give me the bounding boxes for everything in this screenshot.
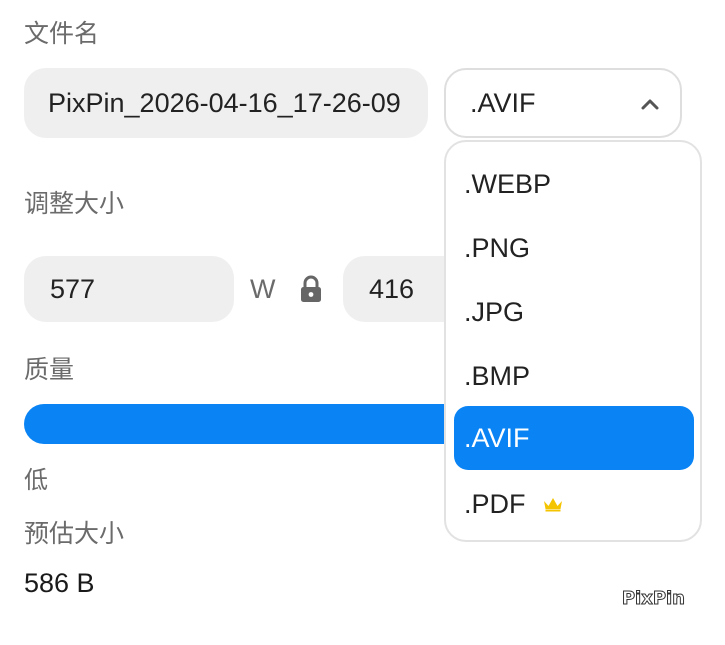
format-option-label: .WEBP xyxy=(464,168,552,199)
crown-icon xyxy=(543,498,562,512)
format-select[interactable]: .AVIF xyxy=(444,68,682,138)
format-option-label: .JPG xyxy=(464,296,525,327)
format-option-label: .PNG xyxy=(464,232,531,263)
quality-slider[interactable] xyxy=(24,404,464,444)
width-unit-label: W xyxy=(250,274,276,304)
format-option-pdf[interactable]: .PDF xyxy=(454,472,694,536)
format-option-bmp[interactable]: .BMP xyxy=(454,344,694,408)
format-option-png[interactable]: .PNG xyxy=(454,216,694,280)
width-value: 577 xyxy=(50,273,96,304)
format-option-label: .BMP xyxy=(464,360,531,391)
watermark-logo: PixPin xyxy=(621,588,685,610)
width-input[interactable]: 577 xyxy=(24,256,234,322)
resize-label: 调整大小 xyxy=(24,189,125,218)
format-dropdown-menu: .WEBP .PNG .JPG .BMP .AVIF .PDF xyxy=(444,140,702,542)
format-option-label: .AVIF xyxy=(464,422,530,453)
height-value: 416 xyxy=(369,273,415,304)
format-selected-value: .AVIF xyxy=(470,87,536,118)
filename-value: PixPin_2026-04-16_17-26-09 xyxy=(48,87,401,118)
format-option-label: .PDF xyxy=(464,488,526,519)
format-option-webp[interactable]: .WEBP xyxy=(454,152,694,216)
quality-low-label: 低 xyxy=(24,466,48,494)
filename-label: 文件名 xyxy=(24,19,100,48)
estimate-label: 预估大小 xyxy=(24,519,125,548)
filename-input[interactable]: PixPin_2026-04-16_17-26-09 xyxy=(24,68,428,138)
lock-icon[interactable] xyxy=(298,275,324,303)
quality-label: 质量 xyxy=(24,355,75,384)
estimate-value: 586 B xyxy=(24,568,95,598)
format-option-avif[interactable]: .AVIF xyxy=(454,406,694,470)
chevron-up-icon xyxy=(641,99,659,110)
format-option-jpg[interactable]: .JPG xyxy=(454,280,694,344)
